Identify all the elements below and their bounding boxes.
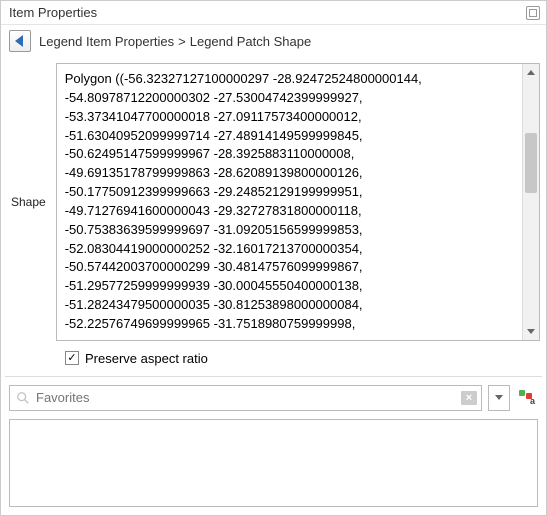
undock-icon[interactable]	[526, 6, 540, 20]
style-manager-icon: a	[519, 390, 535, 406]
preserve-aspect-label: Preserve aspect ratio	[85, 351, 208, 366]
shape-wkt-text[interactable]: Polygon ((-56.32327127100000297 -28.9247…	[57, 64, 522, 340]
chevron-down-icon	[527, 329, 535, 334]
scroll-up-button[interactable]	[523, 64, 539, 81]
arrow-left-icon	[15, 35, 25, 47]
back-button[interactable]	[9, 30, 31, 52]
shape-label: Shape	[11, 63, 50, 341]
search-icon	[16, 391, 30, 405]
scrollbar-vertical[interactable]	[522, 64, 539, 340]
style-manager-button[interactable]: a	[516, 387, 538, 409]
shape-wkt-field[interactable]: Polygon ((-56.32327127100000297 -28.9247…	[56, 63, 540, 341]
chevron-up-icon	[527, 70, 535, 75]
breadcrumb: Legend Item Properties > Legend Patch Sh…	[39, 34, 311, 49]
breadcrumb-parent[interactable]: Legend Item Properties	[39, 34, 174, 49]
preserve-aspect-row: ✓ Preserve aspect ratio	[1, 345, 546, 376]
clear-search-icon[interactable]	[461, 391, 477, 405]
symbol-list[interactable]	[9, 419, 538, 507]
chevron-down-icon	[495, 395, 503, 400]
breadcrumb-row: Legend Item Properties > Legend Patch Sh…	[1, 25, 546, 57]
scroll-thumb[interactable]	[525, 133, 537, 193]
preserve-aspect-checkbox[interactable]: ✓	[65, 351, 79, 365]
search-row: a	[1, 377, 546, 419]
search-input[interactable]	[36, 390, 455, 405]
search-field-wrap[interactable]	[9, 385, 482, 411]
panel-title: Item Properties	[9, 5, 97, 20]
scroll-down-button[interactable]	[523, 323, 539, 340]
breadcrumb-current: Legend Patch Shape	[190, 34, 311, 49]
panel-titlebar: Item Properties	[1, 1, 546, 25]
item-properties-panel: Item Properties Legend Item Properties >…	[0, 0, 547, 516]
scroll-track[interactable]	[523, 81, 539, 323]
search-dropdown-button[interactable]	[488, 385, 510, 411]
shape-row: Shape Polygon ((-56.32327127100000297 -2…	[1, 57, 546, 345]
breadcrumb-separator: >	[178, 34, 186, 49]
